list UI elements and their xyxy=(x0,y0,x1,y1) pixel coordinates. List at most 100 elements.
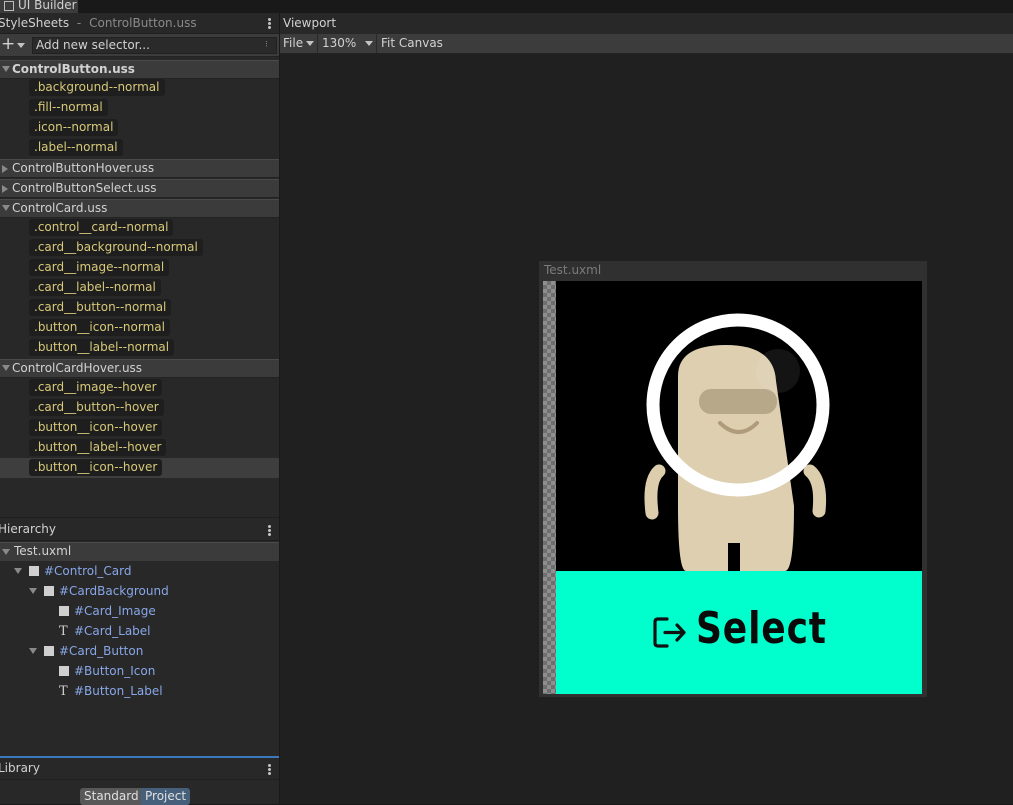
file-menu-label: File xyxy=(283,36,304,50)
document-title: Test.uxml xyxy=(544,263,602,277)
stylesheets-header: StyleSheets - ControlButton.uss xyxy=(0,13,279,34)
stylesheet-controlbutton[interactable]: ControlButton.uss xyxy=(0,60,279,79)
selector-item[interactable]: .button__icon--normal xyxy=(29,319,170,336)
fit-canvas-button[interactable]: Fit Canvas xyxy=(377,34,445,53)
transparency-checker xyxy=(543,281,556,694)
visual-element-icon xyxy=(44,646,54,656)
astronaut-character-image xyxy=(644,313,830,571)
expand-arrow-icon[interactable] xyxy=(29,648,37,654)
selector-item[interactable]: .card__button--hover xyxy=(29,399,164,416)
selector-item[interactable]: .control__card--normal xyxy=(29,219,174,236)
selector-item[interactable]: .card__label--normal xyxy=(29,279,161,296)
expand-arrow-icon[interactable] xyxy=(2,365,10,371)
stylesheet-name: ControlButtonHover.uss xyxy=(12,161,155,175)
hierarchy-item-label: #Card_Image xyxy=(74,604,156,618)
hierarchy-menu-icon[interactable] xyxy=(268,525,271,536)
library-tab-standard[interactable]: Standard xyxy=(80,788,143,805)
zoom-value: 130% xyxy=(322,36,357,50)
selector-item[interactable]: .card__button--normal xyxy=(29,299,172,316)
collapse-arrow-icon[interactable] xyxy=(2,185,8,193)
visual-element-icon xyxy=(59,666,69,676)
left-column: StyleSheets - ControlButton.uss + Add ne… xyxy=(0,13,279,805)
selector-item[interactable]: .card__image--normal xyxy=(29,259,170,276)
stylesheet-controlbuttonselect[interactable]: ControlButtonSelect.uss xyxy=(0,179,279,198)
card-image[interactable] xyxy=(556,281,922,571)
add-selector-placeholder: Add new selector... xyxy=(36,38,150,52)
hierarchy-header: Hierarchy xyxy=(0,517,279,541)
add-selector-options-icon[interactable]: ⁝ xyxy=(265,38,268,53)
stylesheet-name: ControlButton.uss xyxy=(12,62,135,76)
hierarchy-item-label: #CardBackground xyxy=(59,584,169,598)
expand-arrow-icon[interactable] xyxy=(2,66,10,72)
button-label: Select xyxy=(696,603,827,654)
viewport-header: Viewport xyxy=(280,13,1013,34)
visual-element-icon xyxy=(59,606,69,616)
selector-item[interactable]: .label--normal xyxy=(29,139,123,156)
stylesheet-controlcard[interactable]: ControlCard.uss xyxy=(0,199,279,218)
hierarchy-item-label: #Control_Card xyxy=(44,564,132,578)
selector-item[interactable]: .button__icon--hover xyxy=(29,419,163,436)
library-title: Library xyxy=(0,761,40,775)
library-tab-project[interactable]: Project xyxy=(141,788,191,805)
stylesheet-name: ControlButtonSelect.uss xyxy=(12,181,157,195)
stylesheet-name: ControlCardHover.uss xyxy=(12,361,143,375)
viewport-title: Viewport xyxy=(283,16,337,30)
logout-icon xyxy=(653,617,686,648)
file-menu-button[interactable]: File xyxy=(280,34,318,53)
hierarchy-item-label: #Button_Label xyxy=(74,684,163,698)
library-menu-icon[interactable] xyxy=(268,764,271,775)
card-button[interactable]: Select xyxy=(556,571,922,694)
chevron-down-icon xyxy=(306,41,314,46)
selector-item[interactable]: .button__label--hover xyxy=(29,439,167,456)
hierarchy-item-card-image[interactable]: #Card_Image xyxy=(59,601,156,621)
add-selector-input[interactable]: Add new selector... ⁝ xyxy=(32,37,277,54)
add-stylesheet-icon[interactable]: + xyxy=(1,36,15,53)
hierarchy-item-label: #Card_Button xyxy=(59,644,144,658)
canvas-document[interactable]: Test.uxml Select xyxy=(539,261,927,697)
fit-canvas-label: Fit Canvas xyxy=(381,36,443,50)
hierarchy-root-row[interactable]: Test.uxml xyxy=(0,542,279,561)
visual-element-icon xyxy=(44,586,54,596)
selector-item[interactable]: .fill--normal xyxy=(29,99,108,116)
stylesheet-controlbuttonhover[interactable]: ControlButtonHover.uss xyxy=(0,159,279,178)
expand-arrow-icon[interactable] xyxy=(2,549,10,555)
collapse-arrow-icon[interactable] xyxy=(2,165,8,173)
text-element-icon: T xyxy=(59,684,68,699)
hierarchy-item-label: #Card_Label xyxy=(74,624,151,638)
hierarchy-item-label: #Button_Icon xyxy=(74,664,156,678)
selector-item[interactable]: .button__label--normal xyxy=(29,339,175,356)
selector-item[interactable]: .card__background--normal xyxy=(29,239,203,256)
chevron-down-icon xyxy=(365,41,373,46)
hierarchy-item-card-label[interactable]: T #Card_Label xyxy=(59,621,151,641)
hierarchy-title: Hierarchy xyxy=(0,522,57,536)
window-title: UI Builder xyxy=(18,0,77,12)
hierarchy-item-card-background[interactable]: #CardBackground xyxy=(29,581,169,601)
selector-item-selected[interactable]: .button__icon--hover xyxy=(29,459,163,476)
selector-item[interactable]: .card__image--hover xyxy=(29,379,162,396)
hierarchy-item-card-button[interactable]: #Card_Button xyxy=(29,641,143,661)
selector-item[interactable]: .icon--normal xyxy=(29,119,119,136)
zoom-dropdown[interactable]: 130% xyxy=(318,34,377,53)
hierarchy-root-label: Test.uxml xyxy=(14,544,72,558)
stylesheets-menu-icon[interactable] xyxy=(268,18,271,29)
hierarchy-item-button-icon[interactable]: #Button_Icon xyxy=(59,661,155,681)
ui-builder-icon xyxy=(4,0,14,11)
selector-item[interactable]: .background--normal xyxy=(29,79,165,96)
text-element-icon: T xyxy=(59,624,68,639)
stylesheets-active-file: ControlButton.uss xyxy=(89,16,197,30)
stylesheet-controlcardhover[interactable]: ControlCardHover.uss xyxy=(0,359,279,378)
expand-arrow-icon[interactable] xyxy=(14,568,22,574)
expand-arrow-icon[interactable] xyxy=(2,205,10,211)
stylesheet-name: ControlCard.uss xyxy=(12,201,108,215)
expand-arrow-icon[interactable] xyxy=(29,588,37,594)
stylesheets-title: StyleSheets xyxy=(0,16,70,30)
add-stylesheet-dropdown-icon[interactable] xyxy=(17,43,25,48)
hierarchy-item-control-card[interactable]: #Control_Card xyxy=(14,561,132,581)
title-bar: UI Builder xyxy=(0,0,1013,13)
stylesheets-header-sep: - xyxy=(76,16,82,30)
stylesheets-toolbar: + Add new selector... ⁝ xyxy=(0,34,279,57)
hierarchy-item-button-label[interactable]: T #Button_Label xyxy=(59,681,163,701)
library-header: Library xyxy=(0,758,279,780)
visual-element-icon xyxy=(29,566,39,576)
ui-builder-tab[interactable]: UI Builder xyxy=(0,0,78,13)
